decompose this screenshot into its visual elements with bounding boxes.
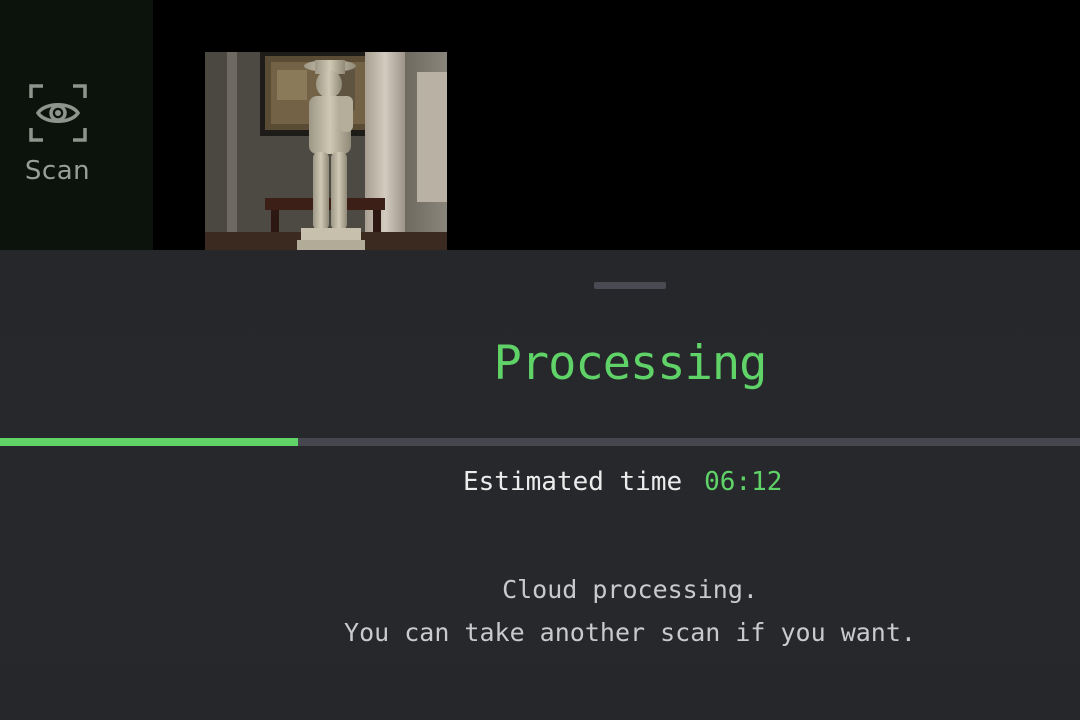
sheet-drag-handle[interactable] — [594, 282, 666, 289]
message-line-2: You can take another scan if you want. — [344, 618, 916, 647]
processing-sheet: Processing Estimated time 06:12 Cloud pro… — [0, 250, 1080, 720]
progress-bar — [0, 438, 1080, 446]
message-line-1: Cloud processing. — [502, 575, 758, 604]
progress-bar-fill — [0, 438, 299, 446]
scan-eye-icon — [28, 84, 87, 142]
estimated-time: Estimated time 06:12 — [463, 467, 782, 497]
estimated-time-value: 06:12 — [704, 467, 783, 497]
title-container: Processing — [380, 336, 880, 391]
scan-thumbnail[interactable] — [205, 52, 447, 250]
scan-app-screen: Scan Processing Estimated time 06:12 Clo… — [0, 0, 1080, 720]
statue-photo — [205, 52, 447, 250]
estimated-time-label: Estimated time — [463, 467, 683, 497]
processing-title: Processing — [493, 336, 768, 391]
scan-button[interactable]: Scan — [0, 84, 153, 214]
sidebar: Scan — [0, 0, 153, 250]
scan-label: Scan — [24, 156, 91, 186]
processing-message: Cloud processing. You can take another s… — [280, 568, 980, 654]
